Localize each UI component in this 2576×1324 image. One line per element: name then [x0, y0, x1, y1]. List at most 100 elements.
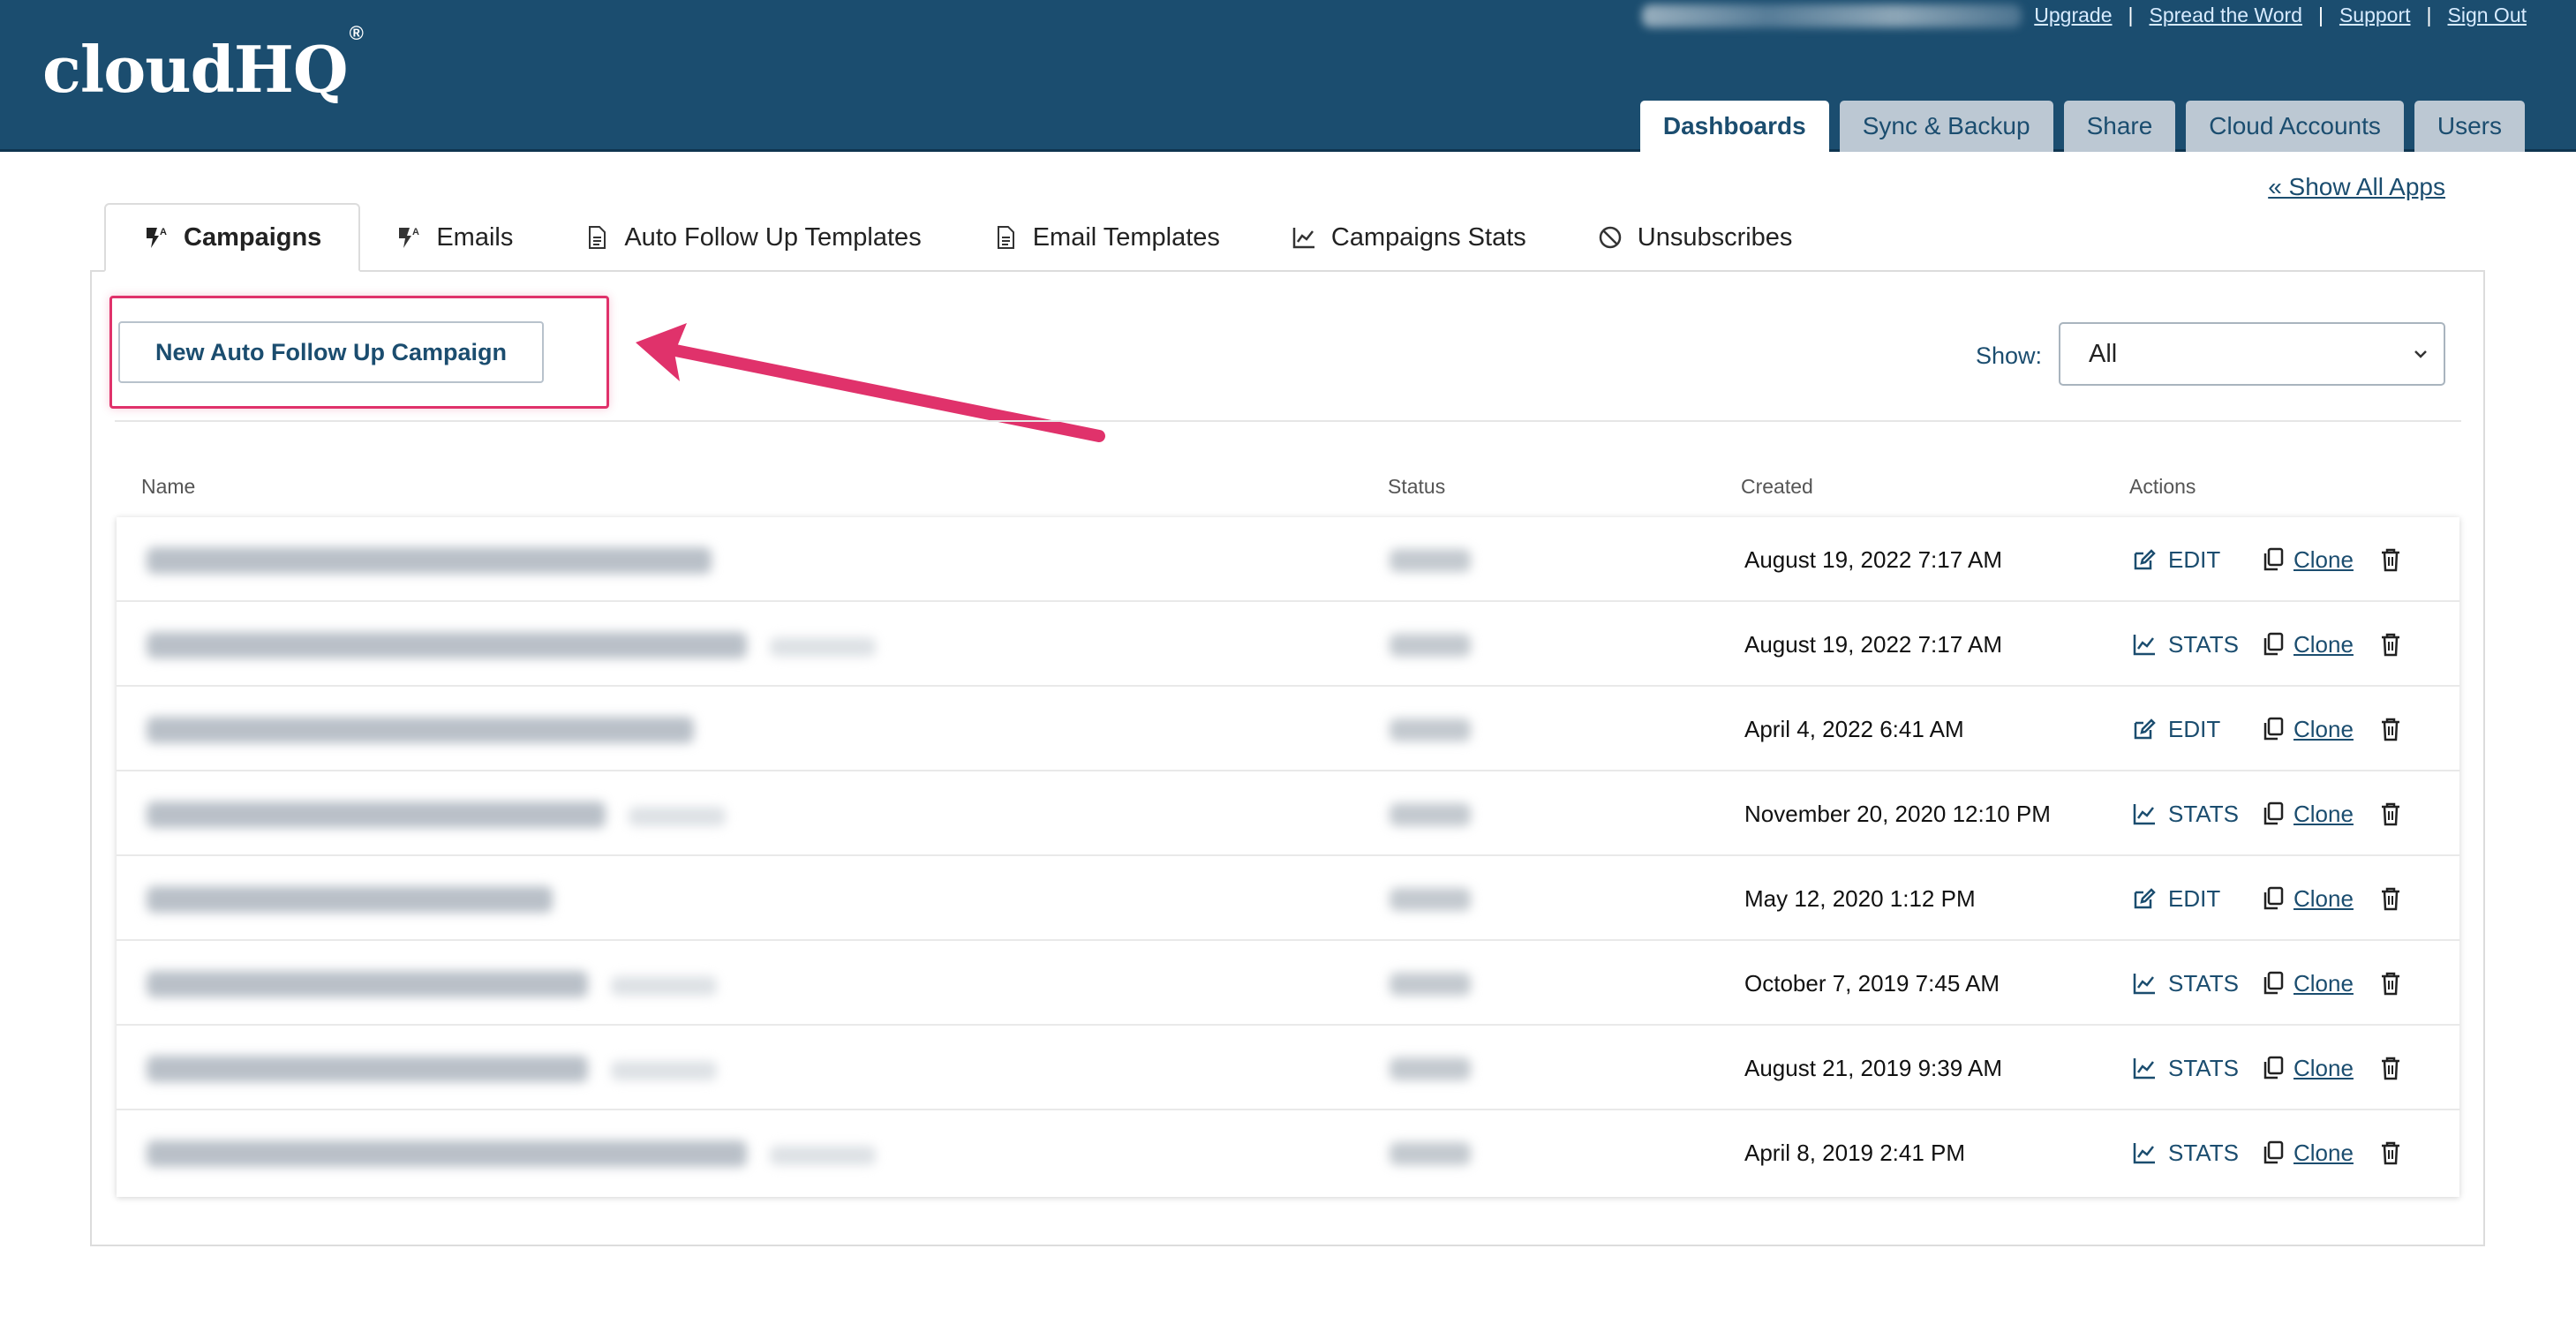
- campaign-name-redacted[interactable]: [147, 632, 747, 658]
- chart-line-icon: [1292, 228, 1314, 249]
- chart-line-icon: [2133, 1143, 2155, 1164]
- trash-icon: [2382, 802, 2399, 826]
- stats-action[interactable]: STATS: [2131, 1110, 2239, 1195]
- created-date: April 4, 2022 6:41 AM: [1744, 715, 1964, 742]
- main-nav: Dashboards Sync & Backup Share Cloud Acc…: [1630, 101, 2525, 152]
- support-link[interactable]: Support: [2339, 4, 2411, 27]
- subtab-emails[interactable]: A Emails: [360, 203, 548, 272]
- ban-icon: [1599, 226, 1621, 249]
- delete-action[interactable]: [2380, 771, 2401, 856]
- stats-action[interactable]: STATS: [2131, 771, 2239, 856]
- stats-action[interactable]: STATS: [2131, 941, 2239, 1026]
- show-all-apps-link[interactable]: « Show All Apps: [2268, 173, 2445, 201]
- campaign-status-redacted: [1390, 634, 1471, 657]
- upgrade-link[interactable]: Upgrade: [2034, 4, 2112, 27]
- campaign-subtabs: A Campaigns A Emails Auto Follow Up Temp…: [104, 203, 1827, 272]
- edit-icon: [2134, 549, 2156, 570]
- document-icon: [997, 226, 1014, 249]
- delete-action[interactable]: [2380, 1026, 2401, 1110]
- document-icon: [589, 226, 606, 249]
- subtab-unsubscribes[interactable]: Unsubscribes: [1562, 203, 1828, 272]
- campaign-name-redacted[interactable]: [147, 1056, 588, 1082]
- chart-line-icon: [2133, 635, 2155, 656]
- campaign-name-redacted[interactable]: [147, 717, 694, 743]
- copy-icon: [2263, 886, 2284, 910]
- trash-icon: [2382, 972, 2399, 996]
- table-row: August 19, 2022 7:17 AM STATS Clone: [117, 602, 2459, 687]
- column-header-name: Name: [141, 475, 196, 498]
- table-row: August 21, 2019 9:39 AM STATS Clone: [117, 1026, 2459, 1110]
- clone-action[interactable]: Clone: [2262, 1026, 2354, 1110]
- table-row: May 12, 2020 1:12 PM EDIT Clone: [117, 856, 2459, 941]
- edit-icon: [2134, 718, 2156, 740]
- nav-tab-share[interactable]: Share: [2063, 101, 2176, 152]
- edit-action[interactable]: EDIT: [2131, 517, 2220, 602]
- delete-action[interactable]: [2380, 517, 2401, 602]
- created-date: August 21, 2019 9:39 AM: [1744, 1054, 2002, 1081]
- campaign-status-redacted: [1390, 549, 1471, 572]
- svg-text:A: A: [412, 227, 419, 237]
- copy-icon: [2263, 1056, 2284, 1080]
- nav-tab-users[interactable]: Users: [2414, 101, 2525, 152]
- created-date: May 12, 2020 1:12 PM: [1744, 884, 1976, 912]
- clone-action[interactable]: Clone: [2262, 941, 2354, 1026]
- campaign-status-redacted: [1390, 888, 1471, 911]
- campaign-status-redacted: [1390, 718, 1471, 741]
- campaign-status-redacted: [1390, 973, 1471, 996]
- created-date: October 7, 2019 7:45 AM: [1744, 969, 2000, 997]
- campaign-tag-redacted: [611, 976, 717, 996]
- campaign-name-redacted[interactable]: [147, 886, 553, 913]
- sign-out-link[interactable]: Sign Out: [2448, 4, 2527, 27]
- nav-tab-cloud-accounts[interactable]: Cloud Accounts: [2186, 101, 2404, 152]
- stats-action[interactable]: STATS: [2131, 1026, 2239, 1110]
- edit-action[interactable]: EDIT: [2131, 856, 2220, 941]
- edit-action[interactable]: EDIT: [2131, 687, 2220, 771]
- nav-tab-sync-backup[interactable]: Sync & Backup: [1839, 101, 2053, 152]
- delete-action[interactable]: [2380, 687, 2401, 771]
- subtab-email-templates[interactable]: Email Templates: [957, 203, 1255, 272]
- delete-action[interactable]: [2380, 856, 2401, 941]
- trash-icon: [2382, 1057, 2399, 1080]
- show-filter-select[interactable]: All: [2059, 322, 2445, 386]
- copy-icon: [2263, 1140, 2284, 1164]
- cloudhq-logo[interactable]: cloudHQ®: [42, 22, 364, 107]
- clone-action[interactable]: Clone: [2262, 687, 2354, 771]
- clone-action[interactable]: Clone: [2262, 856, 2354, 941]
- delete-action[interactable]: [2380, 1110, 2401, 1195]
- campaign-status-redacted: [1390, 803, 1471, 826]
- created-date: August 19, 2022 7:17 AM: [1744, 545, 2002, 573]
- delete-action[interactable]: [2380, 941, 2401, 1026]
- edit-icon: [2134, 888, 2156, 909]
- created-date: November 20, 2020 12:10 PM: [1744, 800, 2051, 827]
- campaign-icon: A: [399, 227, 419, 248]
- clone-action[interactable]: Clone: [2262, 602, 2354, 687]
- subtab-campaigns[interactable]: A Campaigns: [104, 203, 361, 272]
- show-filter-label: Show:: [1976, 342, 2043, 369]
- campaign-status-redacted: [1390, 1142, 1471, 1165]
- copy-icon: [2263, 547, 2284, 571]
- campaign-name-redacted[interactable]: [147, 547, 712, 574]
- campaign-name-redacted[interactable]: [147, 801, 606, 828]
- chart-line-icon: [2133, 804, 2155, 825]
- table-row: October 7, 2019 7:45 AM STATS Clone: [117, 941, 2459, 1026]
- subtab-campaigns-stats[interactable]: Campaigns Stats: [1255, 203, 1562, 272]
- delete-action[interactable]: [2380, 602, 2401, 687]
- campaign-name-redacted[interactable]: [147, 971, 588, 997]
- campaign-tag-redacted: [770, 1146, 876, 1165]
- new-auto-follow-up-campaign-button[interactable]: New Auto Follow Up Campaign: [118, 321, 544, 383]
- spread-the-word-link[interactable]: Spread the Word: [2150, 4, 2302, 27]
- clone-action[interactable]: Clone: [2262, 771, 2354, 856]
- account-email-redacted: [1642, 4, 2022, 27]
- copy-icon: [2263, 801, 2284, 825]
- copy-icon: [2263, 717, 2284, 741]
- stats-action[interactable]: STATS: [2131, 602, 2239, 687]
- clone-action[interactable]: Clone: [2262, 517, 2354, 602]
- nav-tab-dashboards[interactable]: Dashboards: [1639, 101, 1829, 152]
- created-date: April 8, 2019 2:41 PM: [1744, 1139, 1966, 1166]
- clone-action[interactable]: Clone: [2262, 1110, 2354, 1195]
- divider: [115, 420, 2461, 422]
- campaigns-table: August 19, 2022 7:17 AM EDIT Clone Augus…: [117, 517, 2459, 1197]
- app-header: cloudHQ® Upgrade | Spread the Word | Sup…: [0, 0, 2576, 152]
- campaign-name-redacted[interactable]: [147, 1140, 747, 1167]
- subtab-auto-follow-up-templates[interactable]: Auto Follow Up Templates: [548, 203, 956, 272]
